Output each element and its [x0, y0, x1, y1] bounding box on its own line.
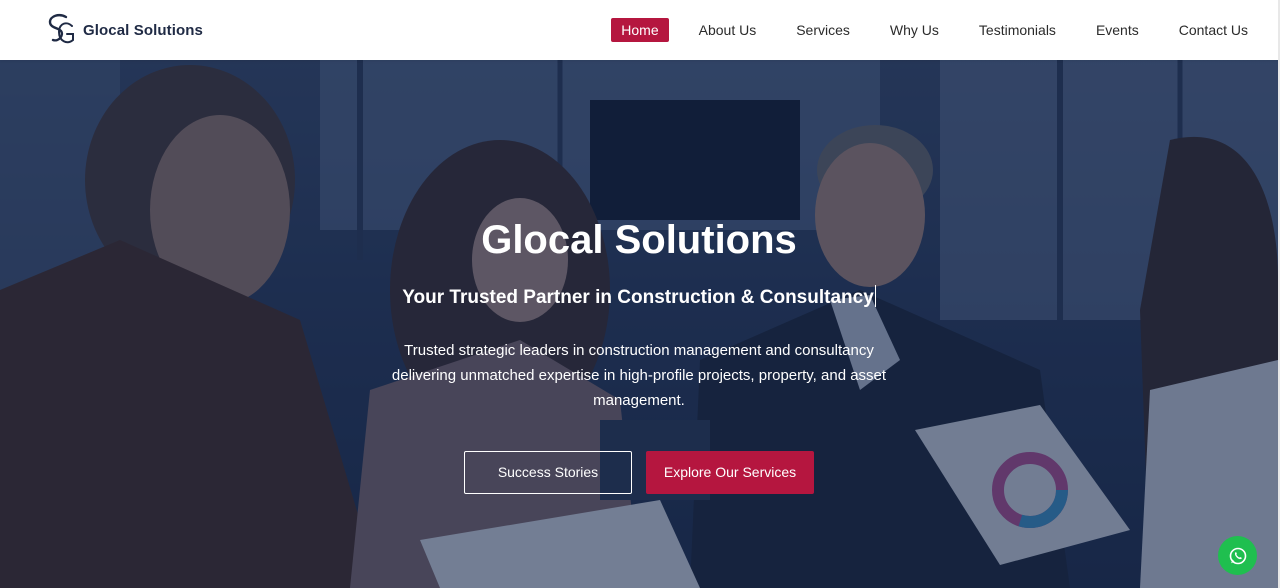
gs-monogram-logo-icon [48, 14, 74, 44]
hero-content: Glocal Solutions Your Trusted Partner in… [0, 60, 1278, 588]
brand-logo-link[interactable]: Glocal Solutions [47, 12, 203, 48]
nav-testimonials[interactable]: Testimonials [979, 18, 1056, 42]
whatsapp-button[interactable] [1218, 536, 1257, 575]
success-stories-button[interactable]: Success Stories [464, 451, 632, 494]
top-navbar: Glocal Solutions Home About Us Services … [0, 0, 1280, 60]
main-nav: Home About Us Services Why Us Testimonia… [611, 18, 1248, 42]
nav-events[interactable]: Events [1096, 18, 1139, 42]
hero-title: Glocal Solutions [481, 218, 797, 262]
nav-home[interactable]: Home [611, 18, 669, 42]
nav-about-us[interactable]: About Us [699, 18, 757, 42]
nav-why-us[interactable]: Why Us [890, 18, 939, 42]
hero-subtitle-text: Your Trusted Partner in Construction & C… [402, 287, 874, 308]
hero-section: Glocal Solutions Your Trusted Partner in… [0, 60, 1278, 588]
hero-subtitle: Your Trusted Partner in Construction & C… [0, 285, 1278, 309]
whatsapp-icon [1229, 547, 1246, 564]
explore-services-button[interactable]: Explore Our Services [646, 451, 814, 494]
nav-contact-us[interactable]: Contact Us [1179, 18, 1248, 42]
hero-description: Trusted strategic leaders in constructio… [391, 342, 887, 409]
nav-services[interactable]: Services [796, 18, 850, 42]
brand-name: Glocal Solutions [83, 21, 203, 39]
typing-cursor [874, 285, 876, 307]
